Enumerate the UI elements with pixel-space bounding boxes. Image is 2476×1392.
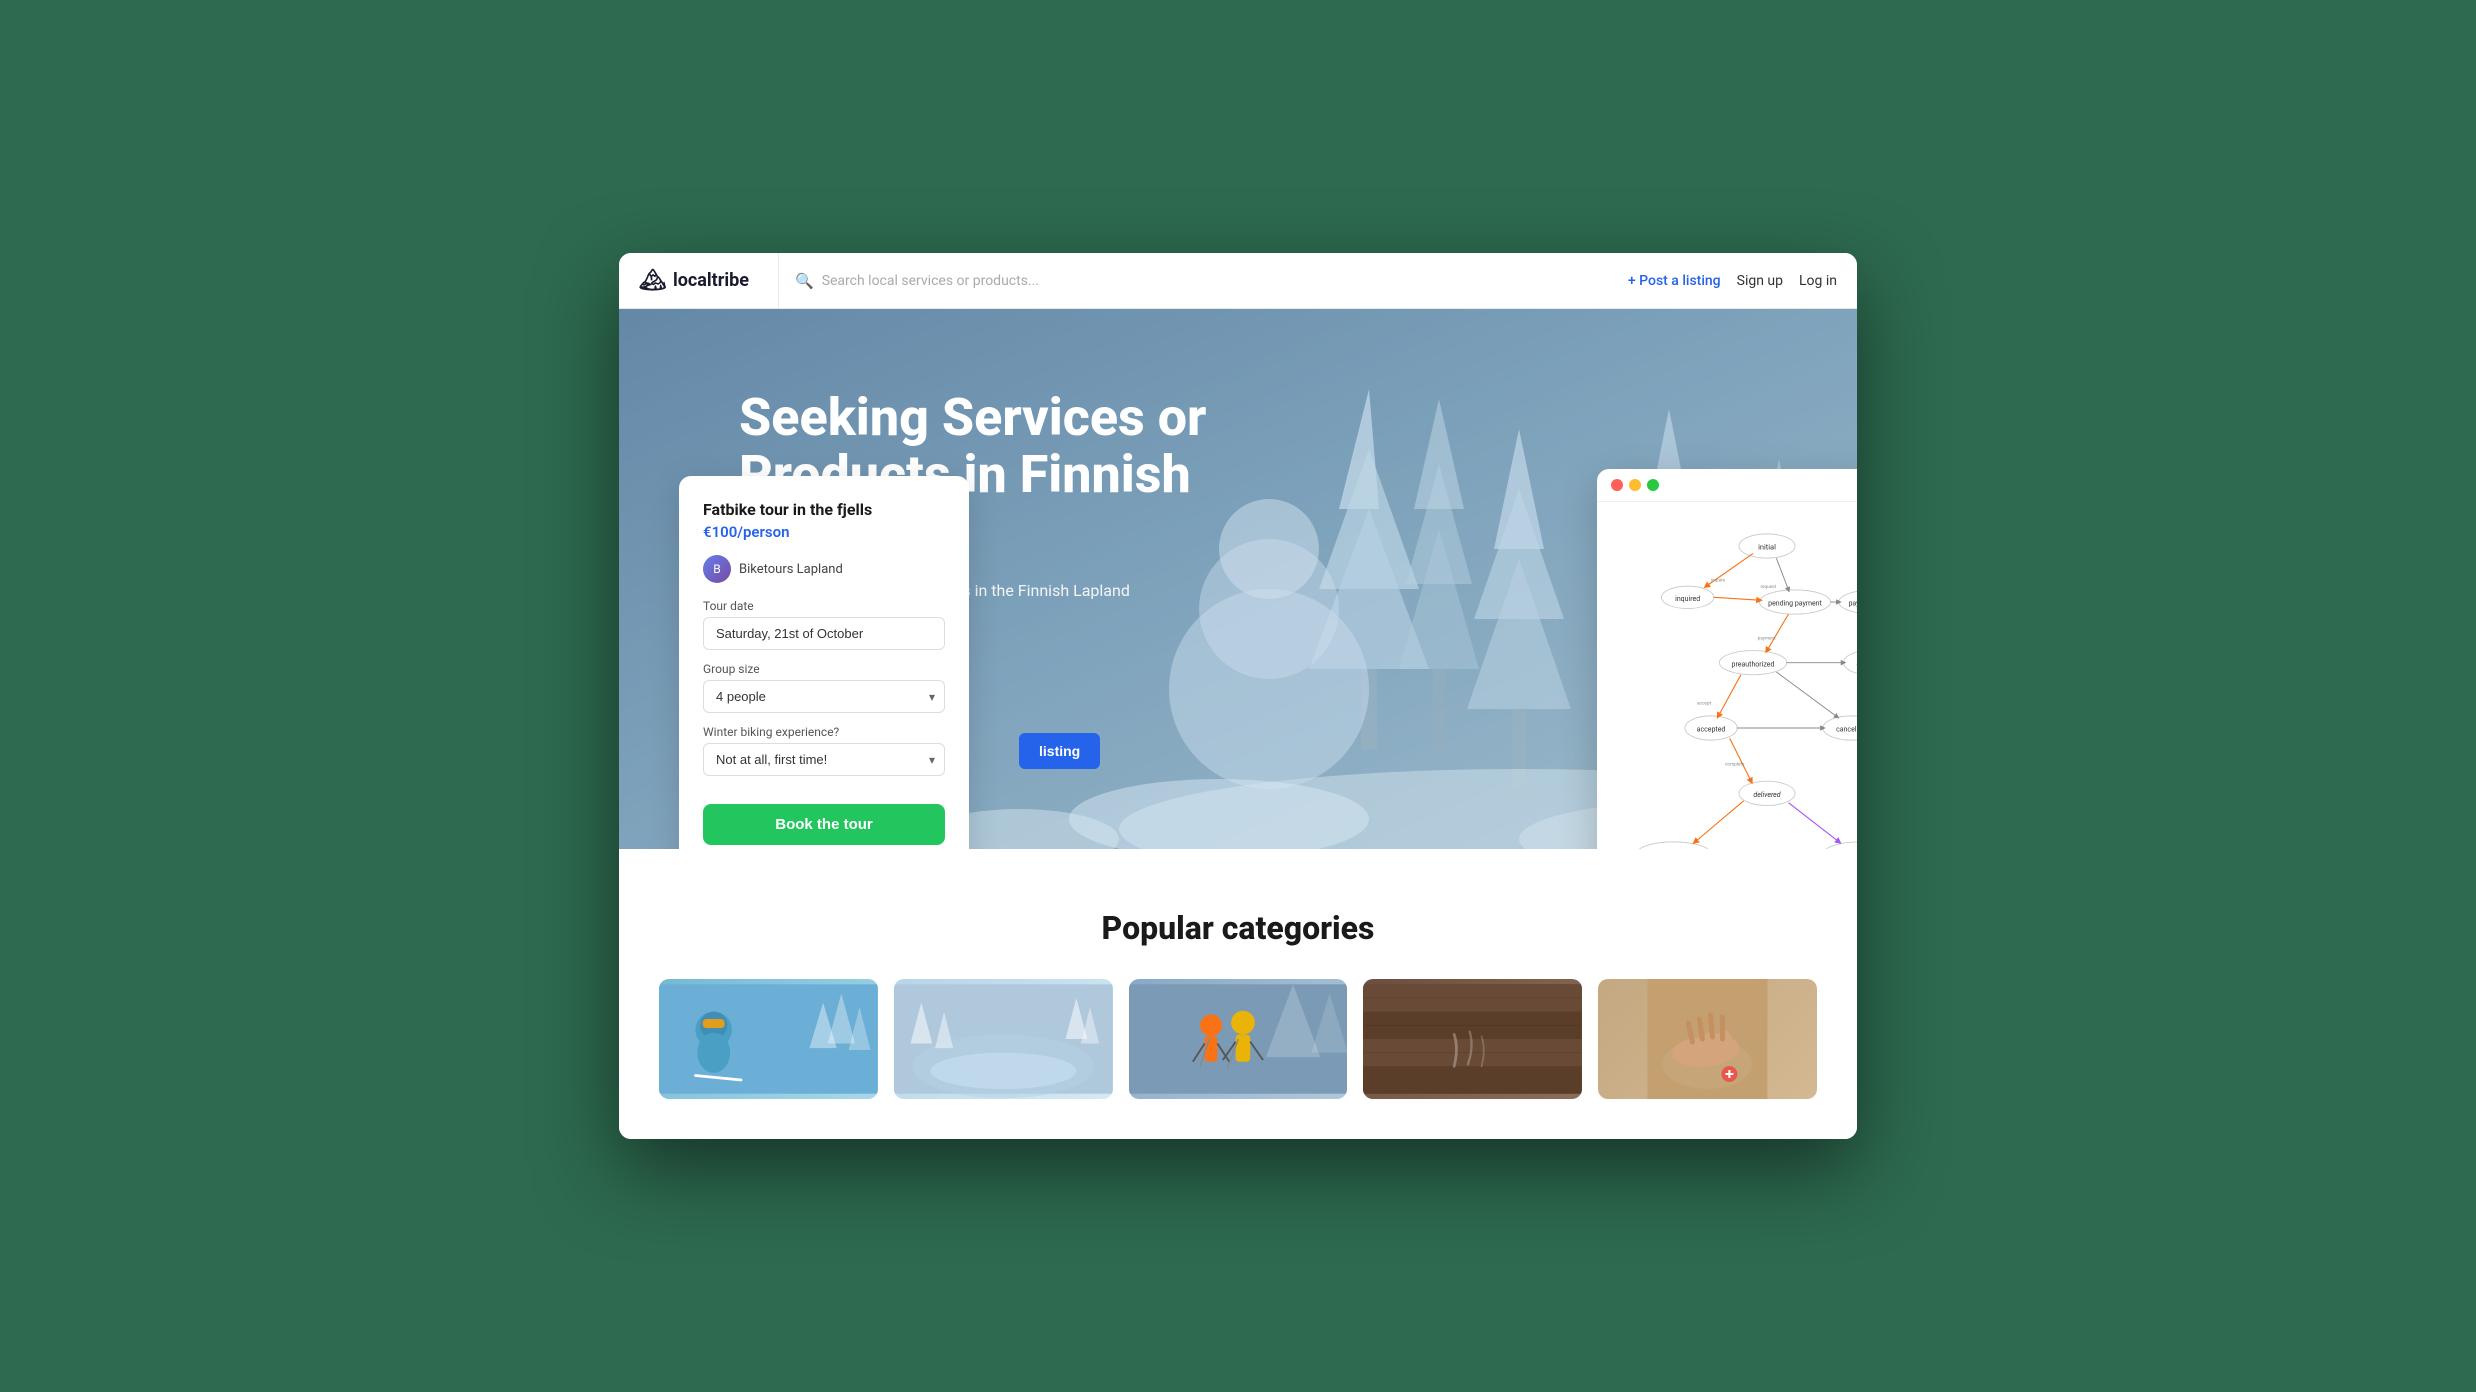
category-scene-1 (659, 979, 878, 1099)
provider-avatar: B (703, 555, 731, 583)
svg-text:pending payment: pending payment (1768, 600, 1822, 608)
category-grid (659, 979, 1817, 1099)
search-icon: 🔍 (795, 272, 814, 290)
window-close-dot[interactable] (1611, 479, 1623, 491)
browser-window: 🏔 localtribe 🔍 Search local services or … (619, 253, 1857, 1139)
category-scene-5 (1598, 979, 1817, 1099)
navbar: 🏔 localtribe 🔍 Search local services or … (619, 253, 1857, 309)
svg-text:inquire: inquire (1711, 577, 1726, 583)
tour-date-input[interactable] (703, 617, 945, 650)
nav-actions: + Post a listing Sign up Log in (1628, 273, 1837, 289)
group-size-select-wrapper: 4 people 1 person 2 people 3 people 5 pe… (703, 680, 945, 713)
experience-field: Winter biking experience? Not at all, fi… (703, 725, 945, 776)
booking-price: €100/person (703, 523, 945, 541)
hero-section: Seeking Services or Products in Finnish … (619, 309, 1857, 849)
provider-name: Biketours Lapland (739, 562, 843, 577)
hero-cta: listing (1019, 733, 1100, 769)
svg-text:initial: initial (1758, 543, 1776, 552)
svg-text:cancelled: cancelled (1836, 726, 1857, 734)
logo-icon: 🏔 (639, 268, 667, 293)
group-size-field: Group size 4 people 1 person 2 people 3 … (703, 662, 945, 713)
state-diagram-svg: initial customer provider operator syste… (1613, 518, 1857, 849)
post-listing-nav-button[interactable]: + Post a listing (1628, 273, 1721, 289)
logo-text: localtribe (673, 270, 749, 291)
window-maximize-dot[interactable] (1647, 479, 1659, 491)
category-card-5[interactable] (1598, 979, 1817, 1099)
svg-text:delivered: delivered (1753, 791, 1780, 799)
category-scene-4 (1363, 979, 1582, 1099)
category-scene-2 (894, 979, 1113, 1099)
category-scene-3 (1129, 979, 1348, 1099)
booking-title: Fatbike tour in the fjells (703, 500, 945, 519)
login-link[interactable]: Log in (1799, 273, 1837, 289)
book-tour-button[interactable]: Book the tour (703, 804, 945, 845)
tour-date-field: Tour date (703, 599, 945, 650)
categories-section: Popular categories (619, 849, 1857, 1139)
diagram-card: initial customer provider operator syste… (1597, 469, 1857, 849)
svg-text:payment-expired: payment-expired (1848, 600, 1857, 608)
experience-select[interactable]: Not at all, first time! Some experience … (703, 743, 945, 776)
group-size-label: Group size (703, 662, 945, 676)
booking-provider: B Biketours Lapland (703, 555, 945, 583)
group-size-select[interactable]: 4 people 1 person 2 people 3 people 5 pe… (703, 680, 945, 713)
svg-text:accepted: accepted (1697, 726, 1726, 734)
svg-text:accept: accept (1697, 701, 1711, 707)
svg-text:payment: payment (1758, 635, 1776, 641)
category-card-3[interactable] (1129, 979, 1348, 1099)
tour-date-label: Tour date (703, 599, 945, 613)
category-card-1[interactable] (659, 979, 878, 1099)
svg-text:preauthorized: preauthorized (1732, 660, 1775, 668)
svg-text:request: request (1760, 584, 1776, 590)
window-minimize-dot[interactable] (1629, 479, 1641, 491)
experience-select-wrapper: Not at all, first time! Some experience … (703, 743, 945, 776)
experience-label: Winter biking experience? (703, 725, 945, 739)
signup-link[interactable]: Sign up (1737, 273, 1783, 289)
search-placeholder: Search local services or products... (822, 273, 1039, 289)
booking-card: Fatbike tour in the fjells €100/person B… (679, 476, 969, 849)
svg-text:complete: complete (1725, 761, 1745, 767)
category-card-2[interactable] (894, 979, 1113, 1099)
svg-text:inquired: inquired (1675, 595, 1700, 603)
search-bar: 🔍 Search local services or products... (795, 272, 1612, 290)
logo[interactable]: 🏔 localtribe (639, 253, 779, 308)
hero-post-listing-button[interactable]: listing (1019, 733, 1100, 769)
diagram-body: initial customer provider operator syste… (1597, 502, 1857, 849)
categories-title: Popular categories (659, 909, 1817, 947)
category-card-4[interactable] (1363, 979, 1582, 1099)
diagram-titlebar (1597, 469, 1857, 502)
